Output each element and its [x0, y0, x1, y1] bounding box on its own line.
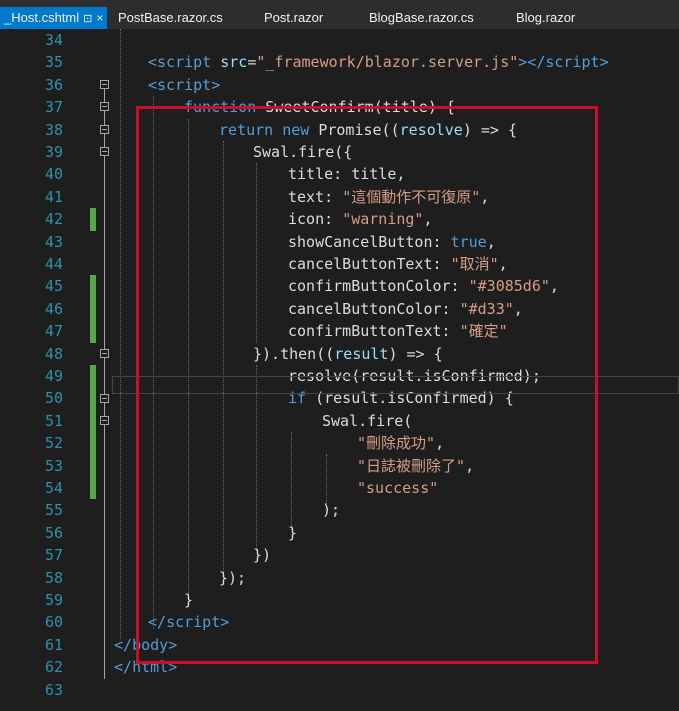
tab-host-cshtml[interactable]: _Host.cshtml ⊡ × [0, 7, 108, 29]
line-number: 37 [44, 98, 63, 117]
token: script [545, 53, 600, 72]
line-number: 59 [44, 591, 63, 609]
token: "_framework/blazor.server.js" [256, 53, 519, 72]
line-number: 52 [44, 434, 63, 453]
token: < [148, 53, 158, 72]
change-marker [90, 275, 96, 343]
token: script [157, 53, 212, 72]
line-number: 38 [44, 120, 63, 139]
line-number: 47 [44, 322, 63, 341]
collapse-toggle-icon[interactable] [100, 416, 109, 425]
document-tab-bar: _Host.cshtml ⊡ × PostBase.razor.cs Post.ra… [0, 0, 679, 29]
line-number: 41 [44, 187, 63, 206]
line-number: 58 [44, 568, 63, 587]
collapse-toggle-icon[interactable] [100, 80, 109, 89]
line-number: 48 [44, 344, 63, 363]
token: > [211, 75, 221, 94]
collapse-toggle-icon[interactable] [100, 102, 109, 111]
pin-icon[interactable]: ⊡ [83, 13, 92, 25]
tab-postbase-razor-cs[interactable]: PostBase.razor.cs [118, 7, 223, 29]
token: < [148, 75, 158, 94]
change-marker [90, 365, 96, 500]
line-number: 40 [44, 165, 63, 184]
line-number: 43 [44, 232, 63, 251]
line-number: 62 [44, 658, 63, 677]
line-number: 39 [44, 143, 63, 161]
tab-label: _Host.cshtml [4, 10, 80, 25]
token: ></ [518, 53, 546, 72]
token: script [157, 75, 212, 94]
collapse-toggle-icon[interactable] [100, 147, 109, 156]
token: </ [114, 635, 133, 654]
line-number: 55 [44, 501, 63, 520]
line-number: 51 [44, 411, 63, 430]
line-number: 49 [44, 367, 63, 385]
tab-blog-razor[interactable]: Blog.razor [516, 7, 575, 29]
code-line-35[interactable]: <script src="_framework/blazor.server.js… [148, 51, 609, 73]
line-number: 46 [44, 299, 63, 318]
token: </ [114, 658, 133, 677]
line-number: 42 [44, 210, 63, 229]
tab-post-razor[interactable]: Post.razor [264, 7, 323, 29]
change-marker [90, 208, 96, 231]
collapse-toggle-icon[interactable] [100, 349, 109, 358]
line-number: 53 [44, 456, 63, 475]
close-icon[interactable]: × [96, 11, 103, 25]
tab-label: BlogBase.razor.cs [369, 10, 474, 25]
collapse-toggle-icon[interactable] [100, 394, 109, 403]
indent-guide [120, 29, 121, 639]
annotation-highlight-box [136, 106, 598, 664]
line-number: 50 [44, 389, 63, 408]
line-number: 54 [44, 479, 63, 497]
line-number: 44 [44, 255, 63, 273]
tab-label: Blog.razor [516, 10, 576, 25]
code-editor[interactable]: 34 35 36 37 38 39 40 41 42 43 44 45 46 4… [0, 29, 679, 711]
tab-label: Post.razor [264, 10, 324, 25]
tab-label: PostBase.razor.cs [118, 10, 223, 25]
token: src [211, 53, 248, 72]
collapse-toggle-icon[interactable] [100, 125, 109, 134]
line-number: 63 [44, 680, 63, 699]
line-number: 57 [44, 546, 63, 565]
token: > [599, 53, 609, 72]
line-number: 35 [44, 53, 63, 72]
tab-blogbase-razor-cs[interactable]: BlogBase.razor.cs [369, 7, 474, 29]
outline-line [104, 87, 105, 679]
line-number: 56 [44, 523, 63, 542]
line-number: 34 [44, 31, 63, 49]
line-number: 61 [44, 635, 63, 654]
line-number: 60 [44, 613, 63, 632]
line-number: 45 [44, 277, 63, 296]
code-line-36[interactable]: <script> [148, 74, 220, 96]
line-number: 36 [44, 75, 63, 94]
